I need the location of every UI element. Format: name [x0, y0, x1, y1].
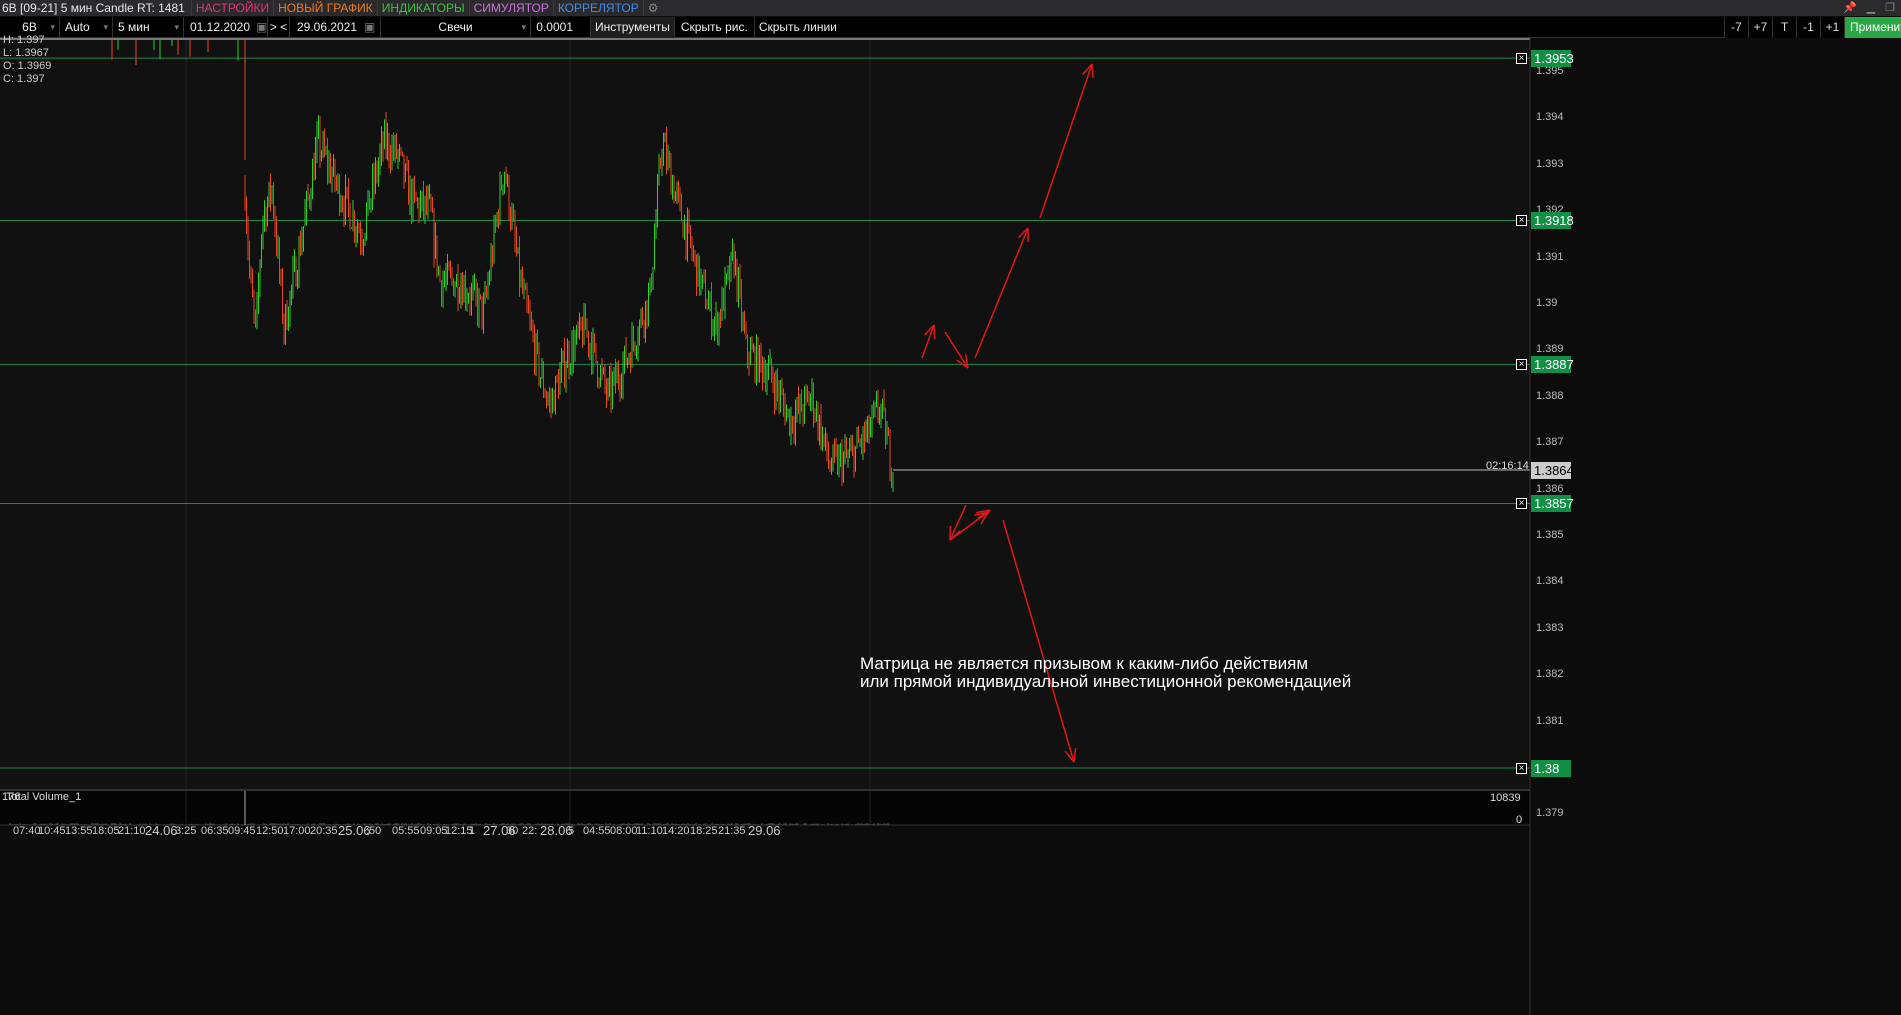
time-tick: 21:10	[118, 825, 146, 837]
time-tick: 3:25	[175, 825, 197, 837]
candle-timer: 02:16:14	[1486, 460, 1529, 472]
time-tick: 5	[568, 825, 575, 837]
time-tick: 10:45	[38, 825, 66, 837]
price-tick: 1.387	[1536, 436, 1564, 449]
level-label: 1.3887	[1531, 356, 1574, 373]
time-tick: 05:55	[392, 825, 420, 837]
price-tick: 1.393	[1536, 157, 1564, 170]
time-tick: 22:	[522, 825, 538, 837]
time-tick: 08:00	[610, 825, 638, 837]
time-tick: 17:00	[283, 825, 311, 837]
time-tick: 12:50	[256, 825, 284, 837]
time-tick: 1	[469, 825, 476, 837]
time-tick: 14:20	[662, 825, 690, 837]
level-label: 1.3857	[1531, 495, 1574, 512]
price-tick: 1.388	[1536, 389, 1564, 402]
price-tick: 1.383	[1536, 621, 1564, 634]
time-tick: 18:05	[92, 825, 120, 837]
volume-min: 0	[1516, 814, 1523, 826]
remove-level-icon[interactable]: ×	[1516, 498, 1527, 509]
volume-label: 176 Total Volume_1	[2, 791, 81, 803]
current-price-label: 1.3864	[1531, 462, 1574, 479]
price-tick: 1.391	[1536, 250, 1564, 263]
high-value: H: 1.397	[3, 34, 45, 46]
remove-level-icon[interactable]: ×	[1516, 763, 1527, 774]
remove-level-icon[interactable]: ×	[1516, 215, 1527, 226]
close-value: C: 1.397	[3, 73, 45, 85]
price-tick: 1.382	[1536, 668, 1564, 681]
volume-max: 10839	[1490, 792, 1521, 804]
volume-prefix: 176	[2, 791, 21, 803]
time-tick: 04:55	[583, 825, 611, 837]
time-tick: 24.06	[145, 823, 178, 838]
price-tick: 1.384	[1536, 575, 1564, 588]
time-tick: 09:05	[420, 825, 448, 837]
time-tick: 13:55	[65, 825, 93, 837]
price-tick: 1.389	[1536, 343, 1564, 356]
price-tick: 1.394	[1536, 111, 1564, 124]
open-value: O: 1.3969	[3, 60, 52, 72]
level-label: 1.3918	[1531, 212, 1574, 229]
price-tick: 1.381	[1536, 714, 1564, 727]
note-line: Матрица не является призывом к каким-либ…	[860, 654, 1309, 673]
volume-panel	[0, 790, 1530, 825]
time-tick: 06:35	[201, 825, 229, 837]
level-label: 1.38	[1531, 760, 1571, 777]
disclaimer-note: Матрица не является призывом к каким-либ…	[860, 655, 1351, 691]
remove-level-icon[interactable]: ×	[1516, 359, 1527, 370]
price-tick: 1.379	[1536, 807, 1564, 820]
remove-level-icon[interactable]: ×	[1516, 53, 1527, 64]
arrow-head	[933, 324, 936, 340]
time-tick: 21:35	[718, 825, 746, 837]
time-tick: :50	[366, 825, 382, 837]
time-tick: 29.06	[748, 823, 781, 838]
low-value: L: 1.3967	[3, 47, 49, 59]
time-tick: 07:40	[13, 825, 41, 837]
price-chart[interactable]	[0, 0, 1901, 1015]
time-tick: 20:35	[310, 825, 338, 837]
note-line: или прямой индивидуальной инвестиционной…	[860, 672, 1352, 691]
price-tick: 1.386	[1536, 482, 1564, 495]
level-label: 1.3953	[1531, 50, 1574, 67]
arrow-head	[1091, 63, 1094, 79]
price-tick: 1.39	[1536, 297, 1558, 309]
price-tick: 1.385	[1536, 529, 1564, 541]
time-tick: 09:45	[228, 825, 256, 837]
time-tick: 30	[506, 825, 519, 837]
ohlc-readout: H: 1.397 L: 1.3967 O: 1.3969 C: 1.397	[3, 34, 51, 86]
time-tick: 18:25	[690, 825, 718, 837]
time-tick: 11:10	[636, 825, 663, 837]
